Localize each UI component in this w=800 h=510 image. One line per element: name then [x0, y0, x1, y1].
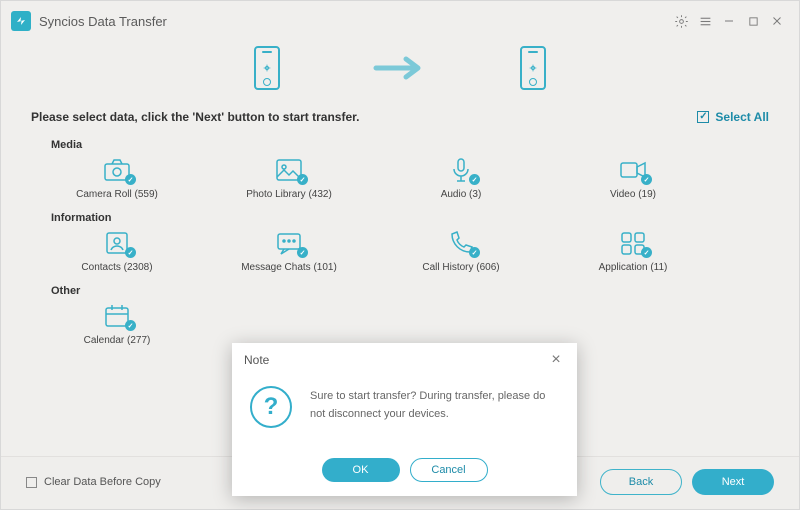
settings-button[interactable]	[669, 9, 693, 33]
item-call-history[interactable]: Call History (606)	[375, 230, 547, 273]
item-label: Contacts (2308)	[81, 262, 152, 273]
checkbox-icon	[26, 477, 37, 488]
footer: Clear Data Before Copy Back Next	[1, 456, 799, 509]
item-label: Photo Library (432)	[246, 189, 332, 200]
item-photo-library[interactable]: Photo Library (432)	[203, 157, 375, 200]
item-camera-roll[interactable]: Camera Roll (559)	[31, 157, 203, 200]
camera-icon	[102, 157, 132, 183]
section-media-label: Media	[51, 139, 769, 151]
section-other-label: Other	[51, 285, 769, 297]
check-icon	[697, 111, 709, 123]
clear-data-checkbox[interactable]: Clear Data Before Copy	[26, 476, 161, 488]
item-label: Video (19)	[610, 189, 656, 200]
item-label: Message Chats (101)	[241, 262, 337, 273]
phone-icon	[446, 230, 476, 256]
app-title: Syncios Data Transfer	[39, 14, 669, 29]
contacts-icon	[102, 230, 132, 256]
instruction-text: Please select data, click the 'Next' but…	[31, 110, 697, 124]
target-phone-icon	[520, 46, 546, 90]
item-application[interactable]: Application (11)	[547, 230, 719, 273]
content: Please select data, click the 'Next' but…	[1, 110, 799, 456]
titlebar: Syncios Data Transfer	[1, 1, 799, 41]
clear-data-label: Clear Data Before Copy	[44, 476, 161, 488]
source-phone-icon	[254, 46, 280, 90]
item-video[interactable]: Video (19)	[547, 157, 719, 200]
device-row	[1, 41, 799, 110]
item-label: Camera Roll (559)	[76, 189, 158, 200]
item-contacts[interactable]: Contacts (2308)	[31, 230, 203, 273]
item-audio[interactable]: Audio (3)	[375, 157, 547, 200]
message-icon	[274, 230, 304, 256]
item-calendar[interactable]: Calendar (277)	[31, 303, 203, 346]
item-label: Call History (606)	[422, 262, 499, 273]
select-all-checkbox[interactable]: Select All	[697, 110, 769, 124]
calendar-icon	[102, 303, 132, 329]
photo-icon	[274, 157, 304, 183]
menu-button[interactable]	[693, 9, 717, 33]
section-information-label: Information	[51, 212, 769, 224]
item-label: Application (11)	[599, 262, 668, 273]
apps-icon	[618, 230, 648, 256]
back-button[interactable]: Back	[600, 469, 682, 495]
next-button[interactable]: Next	[692, 469, 774, 495]
close-button[interactable]	[765, 9, 789, 33]
item-label: Audio (3)	[441, 189, 482, 200]
select-all-label: Select All	[715, 110, 769, 124]
item-message-chats[interactable]: Message Chats (101)	[203, 230, 375, 273]
microphone-icon	[446, 157, 476, 183]
minimize-button[interactable]	[717, 9, 741, 33]
app-window: Syncios Data Transfer Please select data…	[0, 0, 800, 510]
item-label: Calendar (277)	[84, 335, 151, 346]
transfer-arrow-icon	[280, 54, 520, 82]
video-icon	[618, 157, 648, 183]
maximize-button[interactable]	[741, 9, 765, 33]
app-logo	[11, 11, 31, 31]
